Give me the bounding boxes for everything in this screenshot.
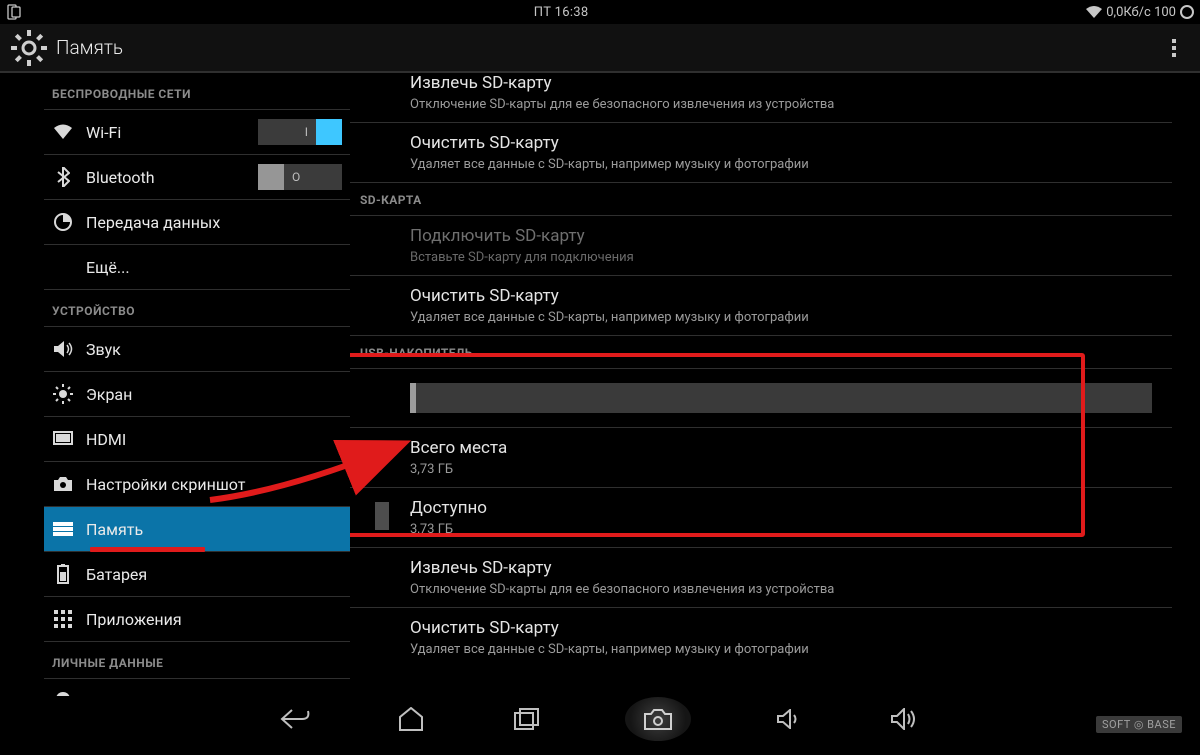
wifi-toggle[interactable]: I [258, 119, 342, 145]
section-header-sdcard: SD-КАРТА [350, 183, 1172, 216]
sidebar-item-display[interactable]: Экран [44, 372, 350, 417]
sidebar-item-hdmi[interactable]: HDMI [44, 417, 350, 462]
item-erase-sd-2[interactable]: Очистить SD-карту Удаляет все данные с S… [350, 276, 1172, 336]
storage-bar [410, 383, 1152, 413]
annotation-underline [90, 547, 205, 552]
location-icon [52, 691, 74, 697]
sidebar-item-label: Экран [86, 385, 132, 404]
item-subtitle: Вставьте SD-карту для подключения [410, 250, 1152, 265]
item-erase-sd-3[interactable]: Очистить SD-карту Удаляет все данные с S… [350, 608, 1172, 667]
data-usage-icon [52, 211, 74, 233]
item-subtitle: 3,73 ГБ [410, 462, 1152, 477]
navigation-bar [0, 697, 1200, 741]
item-erase-sd[interactable]: Очистить SD-карту Удаляет все данные с S… [350, 123, 1172, 183]
home-button[interactable] [393, 701, 429, 737]
sidebar-item-apps[interactable]: Приложения [44, 597, 350, 642]
item-title: Очистить SD-карту [410, 618, 1152, 638]
item-subtitle: Удаляет все данные с SD-карты, например … [410, 310, 1152, 325]
sidebar-item-label: Настройки скриншот [86, 475, 245, 494]
camera-icon [52, 473, 74, 495]
monitor-icon [52, 428, 74, 450]
item-subtitle: Удаляет все данные с SD-карты, например … [410, 642, 1152, 657]
screenshot-button[interactable] [625, 697, 691, 741]
item-total-space[interactable]: Всего места 3,73 ГБ [350, 428, 1172, 488]
wifi-icon [1086, 6, 1102, 18]
sidebar-item-sound[interactable]: Звук [44, 327, 350, 372]
sidebar-item-label: Ещё... [86, 258, 130, 277]
sidebar-item-label: HDMI [86, 430, 126, 449]
storage-icon [52, 518, 74, 540]
back-button[interactable] [277, 701, 313, 737]
sidebar-item-label: Местоположение [86, 692, 217, 696]
settings-gear-icon [10, 29, 48, 67]
status-bar: ПТ 16:38 0,0Кб/с 100 [0, 0, 1200, 24]
status-right-text: 0,0Кб/с 100 [1106, 5, 1176, 20]
item-title: Всего места [410, 438, 1152, 458]
sidebar-item-more[interactable]: Ещё... [44, 245, 350, 290]
apps-icon [52, 608, 74, 630]
battery-icon [52, 563, 74, 585]
status-time: ПТ 16:38 [36, 5, 1086, 20]
overflow-menu-button[interactable] [1158, 39, 1190, 57]
item-title: Извлечь SD-карту [410, 73, 1152, 93]
sidebar-item-wifi[interactable]: Wi-Fi I [44, 110, 350, 155]
sidebar-item-label: Память [86, 520, 143, 539]
item-subtitle: 3,73 ГБ [410, 522, 1152, 537]
item-title: Очистить SD-карту [410, 133, 1152, 153]
sidebar-item-battery[interactable]: Батарея [44, 552, 350, 597]
item-subtitle: Отключение SD-карты для ее безопасного и… [410, 582, 1152, 597]
item-eject-sd[interactable]: Извлечь SD-карту Отключение SD-карты для… [350, 73, 1172, 123]
usb-storage-bar[interactable] [350, 369, 1172, 428]
item-title: Подключить SD-карту [410, 226, 1152, 246]
sound-icon [52, 338, 74, 360]
sidebar-item-data-usage[interactable]: Передача данных [44, 200, 350, 245]
volume-down-button[interactable] [771, 701, 807, 737]
sidebar-item-label: Батарея [86, 565, 147, 584]
wifi-icon [52, 121, 74, 143]
item-mount-sd: Подключить SD-карту Вставьте SD-карту дл… [350, 216, 1172, 276]
sidebar-item-label: Приложения [86, 610, 182, 629]
section-header-personal: ЛИЧНЫЕ ДАННЫЕ [44, 642, 350, 679]
page-title: Память [56, 36, 123, 59]
battery-circle-icon [1180, 5, 1194, 19]
sidebar-item-label: Звук [86, 340, 121, 359]
settings-sidebar: БЕСПРОВОДНЫЕ СЕТИ Wi-Fi I Bluetooth O Пе… [0, 73, 350, 696]
section-header-device: УСТРОЙСТВО [44, 290, 350, 327]
orientation-icon [6, 4, 36, 20]
color-chip [375, 502, 389, 530]
watermark: SOFT ◎ BASE [1096, 716, 1182, 733]
item-title: Доступно [410, 498, 1152, 518]
bluetooth-icon [52, 166, 74, 188]
item-title: Извлечь SD-карту [410, 558, 1152, 578]
sidebar-item-storage[interactable]: Память [44, 507, 350, 552]
item-eject-sd-3[interactable]: Извлечь SD-карту Отключение SD-карты для… [350, 548, 1172, 608]
sidebar-item-screenshot[interactable]: Настройки скриншот [44, 462, 350, 507]
settings-content[interactable]: Извлечь SD-карту Отключение SD-карты для… [350, 73, 1200, 696]
action-bar: Память [0, 24, 1200, 73]
section-header-wireless: БЕСПРОВОДНЫЕ СЕТИ [44, 73, 350, 110]
sidebar-item-label: Wi-Fi [86, 123, 121, 142]
item-title: Очистить SD-карту [410, 286, 1152, 306]
sidebar-item-label: Передача данных [86, 213, 220, 232]
volume-up-button[interactable] [887, 701, 923, 737]
item-subtitle: Удаляет все данные с SD-карты, например … [410, 157, 1152, 172]
brightness-icon [52, 383, 74, 405]
sidebar-item-bluetooth[interactable]: Bluetooth O [44, 155, 350, 200]
status-right: 0,0Кб/с 100 [1086, 5, 1194, 20]
sidebar-item-label: Bluetooth [86, 168, 155, 187]
bluetooth-toggle[interactable]: O [258, 164, 342, 190]
item-available[interactable]: Доступно 3,73 ГБ [350, 488, 1172, 548]
item-subtitle: Отключение SD-карты для ее безопасного и… [410, 97, 1152, 112]
section-header-usb: USB-НАКОПИТЕЛЬ [350, 336, 1172, 369]
recent-apps-button[interactable] [509, 701, 545, 737]
sidebar-item-location[interactable]: Местоположение [44, 679, 350, 696]
